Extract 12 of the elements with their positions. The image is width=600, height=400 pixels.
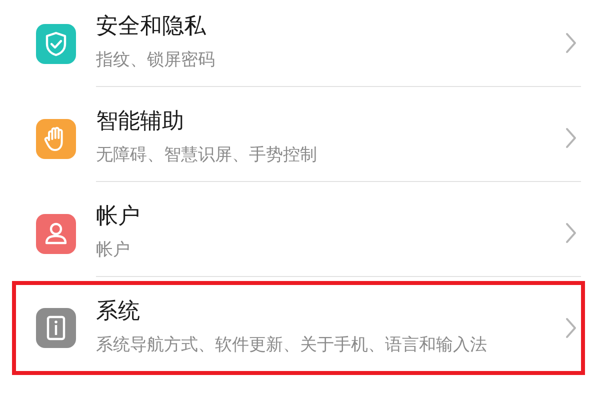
setting-title: 系统 [96,298,141,326]
chevron-right-icon[interactable] [565,222,577,244]
chevron-right-icon[interactable] [565,32,577,54]
chevron-right-icon[interactable] [565,127,577,149]
setting-title: 智能辅助 [96,108,185,136]
setting-description: 帐户 [96,239,131,262]
setting-description: 系统导航方式、软件更新、关于手机、语言和输入法 [96,334,488,357]
chevron-right-icon[interactable] [565,317,577,339]
setting-description: 无障碍、智慧识屏、手势控制 [96,144,318,167]
setting-title: 安全和隐私 [96,13,207,41]
setting-description: 指纹、锁屏密码 [96,49,216,72]
setting-title: 帐户 [96,203,141,231]
